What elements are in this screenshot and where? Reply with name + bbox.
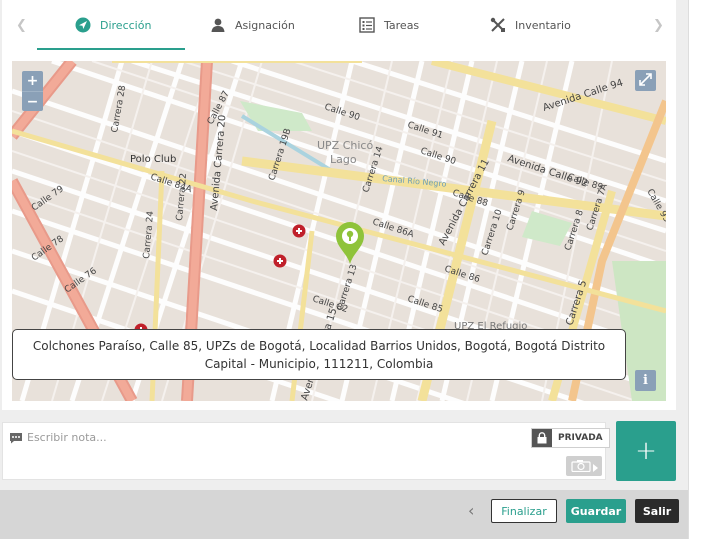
lock-icon (532, 429, 552, 447)
note-box: PRIVADA (2, 422, 610, 480)
map-label: UPZ Chicó (317, 139, 373, 152)
location-pin-icon[interactable] (334, 221, 366, 269)
back-arrow[interactable]: ‹ (468, 501, 474, 520)
user-icon (210, 17, 226, 33)
map[interactable]: Avenida Calle 94 Avenida Calle 92 Avenid… (12, 61, 666, 401)
hospital-marker (292, 224, 306, 238)
tab-asignacion[interactable]: Asignación (210, 0, 295, 50)
map-panel: Avenida Calle 94 Avenida Calle 92 Avenid… (2, 50, 676, 410)
save-button[interactable]: Guardar (566, 499, 626, 523)
tab-label: Asignación (235, 18, 295, 32)
tools-icon (490, 17, 506, 33)
tab-label: Inventario (515, 18, 571, 32)
address-popup: Colchones Paraíso, Calle 85, UPZs de Bog… (12, 329, 626, 380)
footer-bar: ‹ Finalizar Guardar Salir (0, 490, 688, 539)
comment-icon (9, 429, 23, 448)
caret-right-icon (592, 457, 598, 476)
finalize-button[interactable]: Finalizar (491, 499, 557, 523)
exit-button[interactable]: Salir (635, 499, 679, 523)
hospital-marker (273, 254, 287, 268)
tabs-prev-arrow[interactable]: ❮ (16, 18, 27, 33)
tab-label: Tareas (384, 18, 420, 32)
tab-tareas[interactable]: Tareas (359, 0, 419, 50)
zoom-in-button[interactable]: + (22, 71, 43, 91)
expand-icon (639, 71, 652, 90)
map-label: Polo Club (130, 154, 176, 165)
app-window: ❮ Dirección Asignación Tareas Inventario (0, 0, 710, 539)
fullscreen-button[interactable] (635, 70, 656, 91)
tab-bar: ❮ Dirección Asignación Tareas Inventario (2, 0, 676, 50)
tabs-next-arrow[interactable]: ❯ (653, 18, 664, 33)
location-arrow-icon (75, 17, 91, 33)
tab-inventario[interactable]: Inventario (490, 0, 571, 50)
map-info-button[interactable]: i (635, 370, 656, 391)
note-input[interactable] (27, 427, 507, 447)
camera-button[interactable] (566, 456, 602, 476)
map-label: Lago (330, 153, 357, 166)
tab-label: Dirección (100, 18, 152, 32)
tab-direccion[interactable]: Dirección (36, 0, 187, 50)
checklist-icon (359, 17, 375, 33)
zoom-controls: + − (22, 71, 43, 111)
side-strip (688, 0, 710, 539)
private-label: PRIVADA (558, 433, 603, 443)
zoom-out-button[interactable]: − (22, 91, 43, 111)
add-note-button[interactable]: + (616, 421, 676, 481)
private-toggle[interactable]: PRIVADA (531, 428, 610, 448)
camera-icon (570, 457, 591, 476)
